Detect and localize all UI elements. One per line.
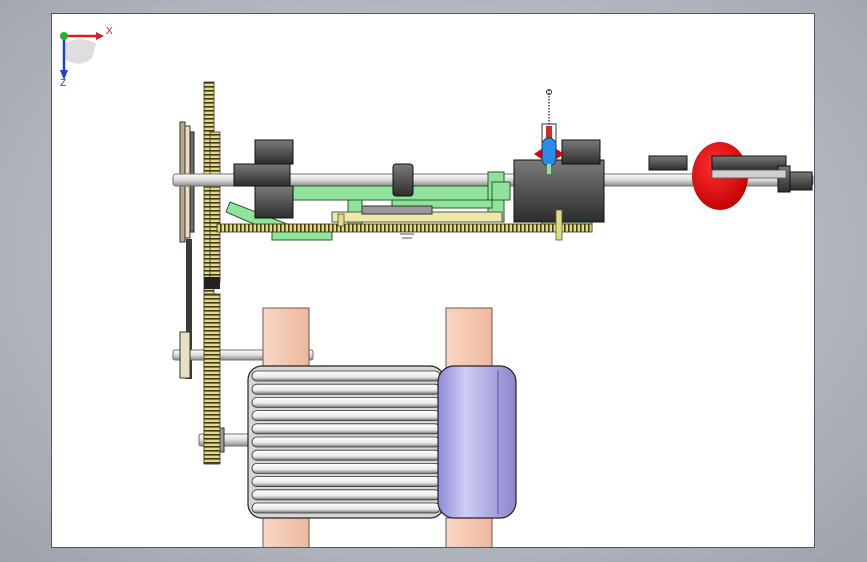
motor-fin [251, 410, 441, 422]
motor-fin [251, 502, 441, 514]
assembly-drawing [172, 81, 814, 547]
motor-fin [251, 462, 441, 474]
motor-fin [251, 396, 441, 408]
motor-fin [251, 436, 441, 448]
axis-z-label: Z [60, 78, 66, 87]
electric-motor [247, 365, 517, 519]
motor-fin [251, 423, 441, 435]
drive-gear [203, 293, 221, 465]
model-viewport[interactable]: X Z [51, 13, 815, 548]
motor-fin [251, 383, 441, 395]
motor-fin [251, 449, 441, 461]
motor-fin [251, 476, 441, 488]
axis-x-label: X [106, 26, 113, 37]
coordinate-triad-icon: X Z [60, 26, 113, 87]
motor-fin [251, 370, 441, 382]
motor-fin [251, 489, 441, 501]
